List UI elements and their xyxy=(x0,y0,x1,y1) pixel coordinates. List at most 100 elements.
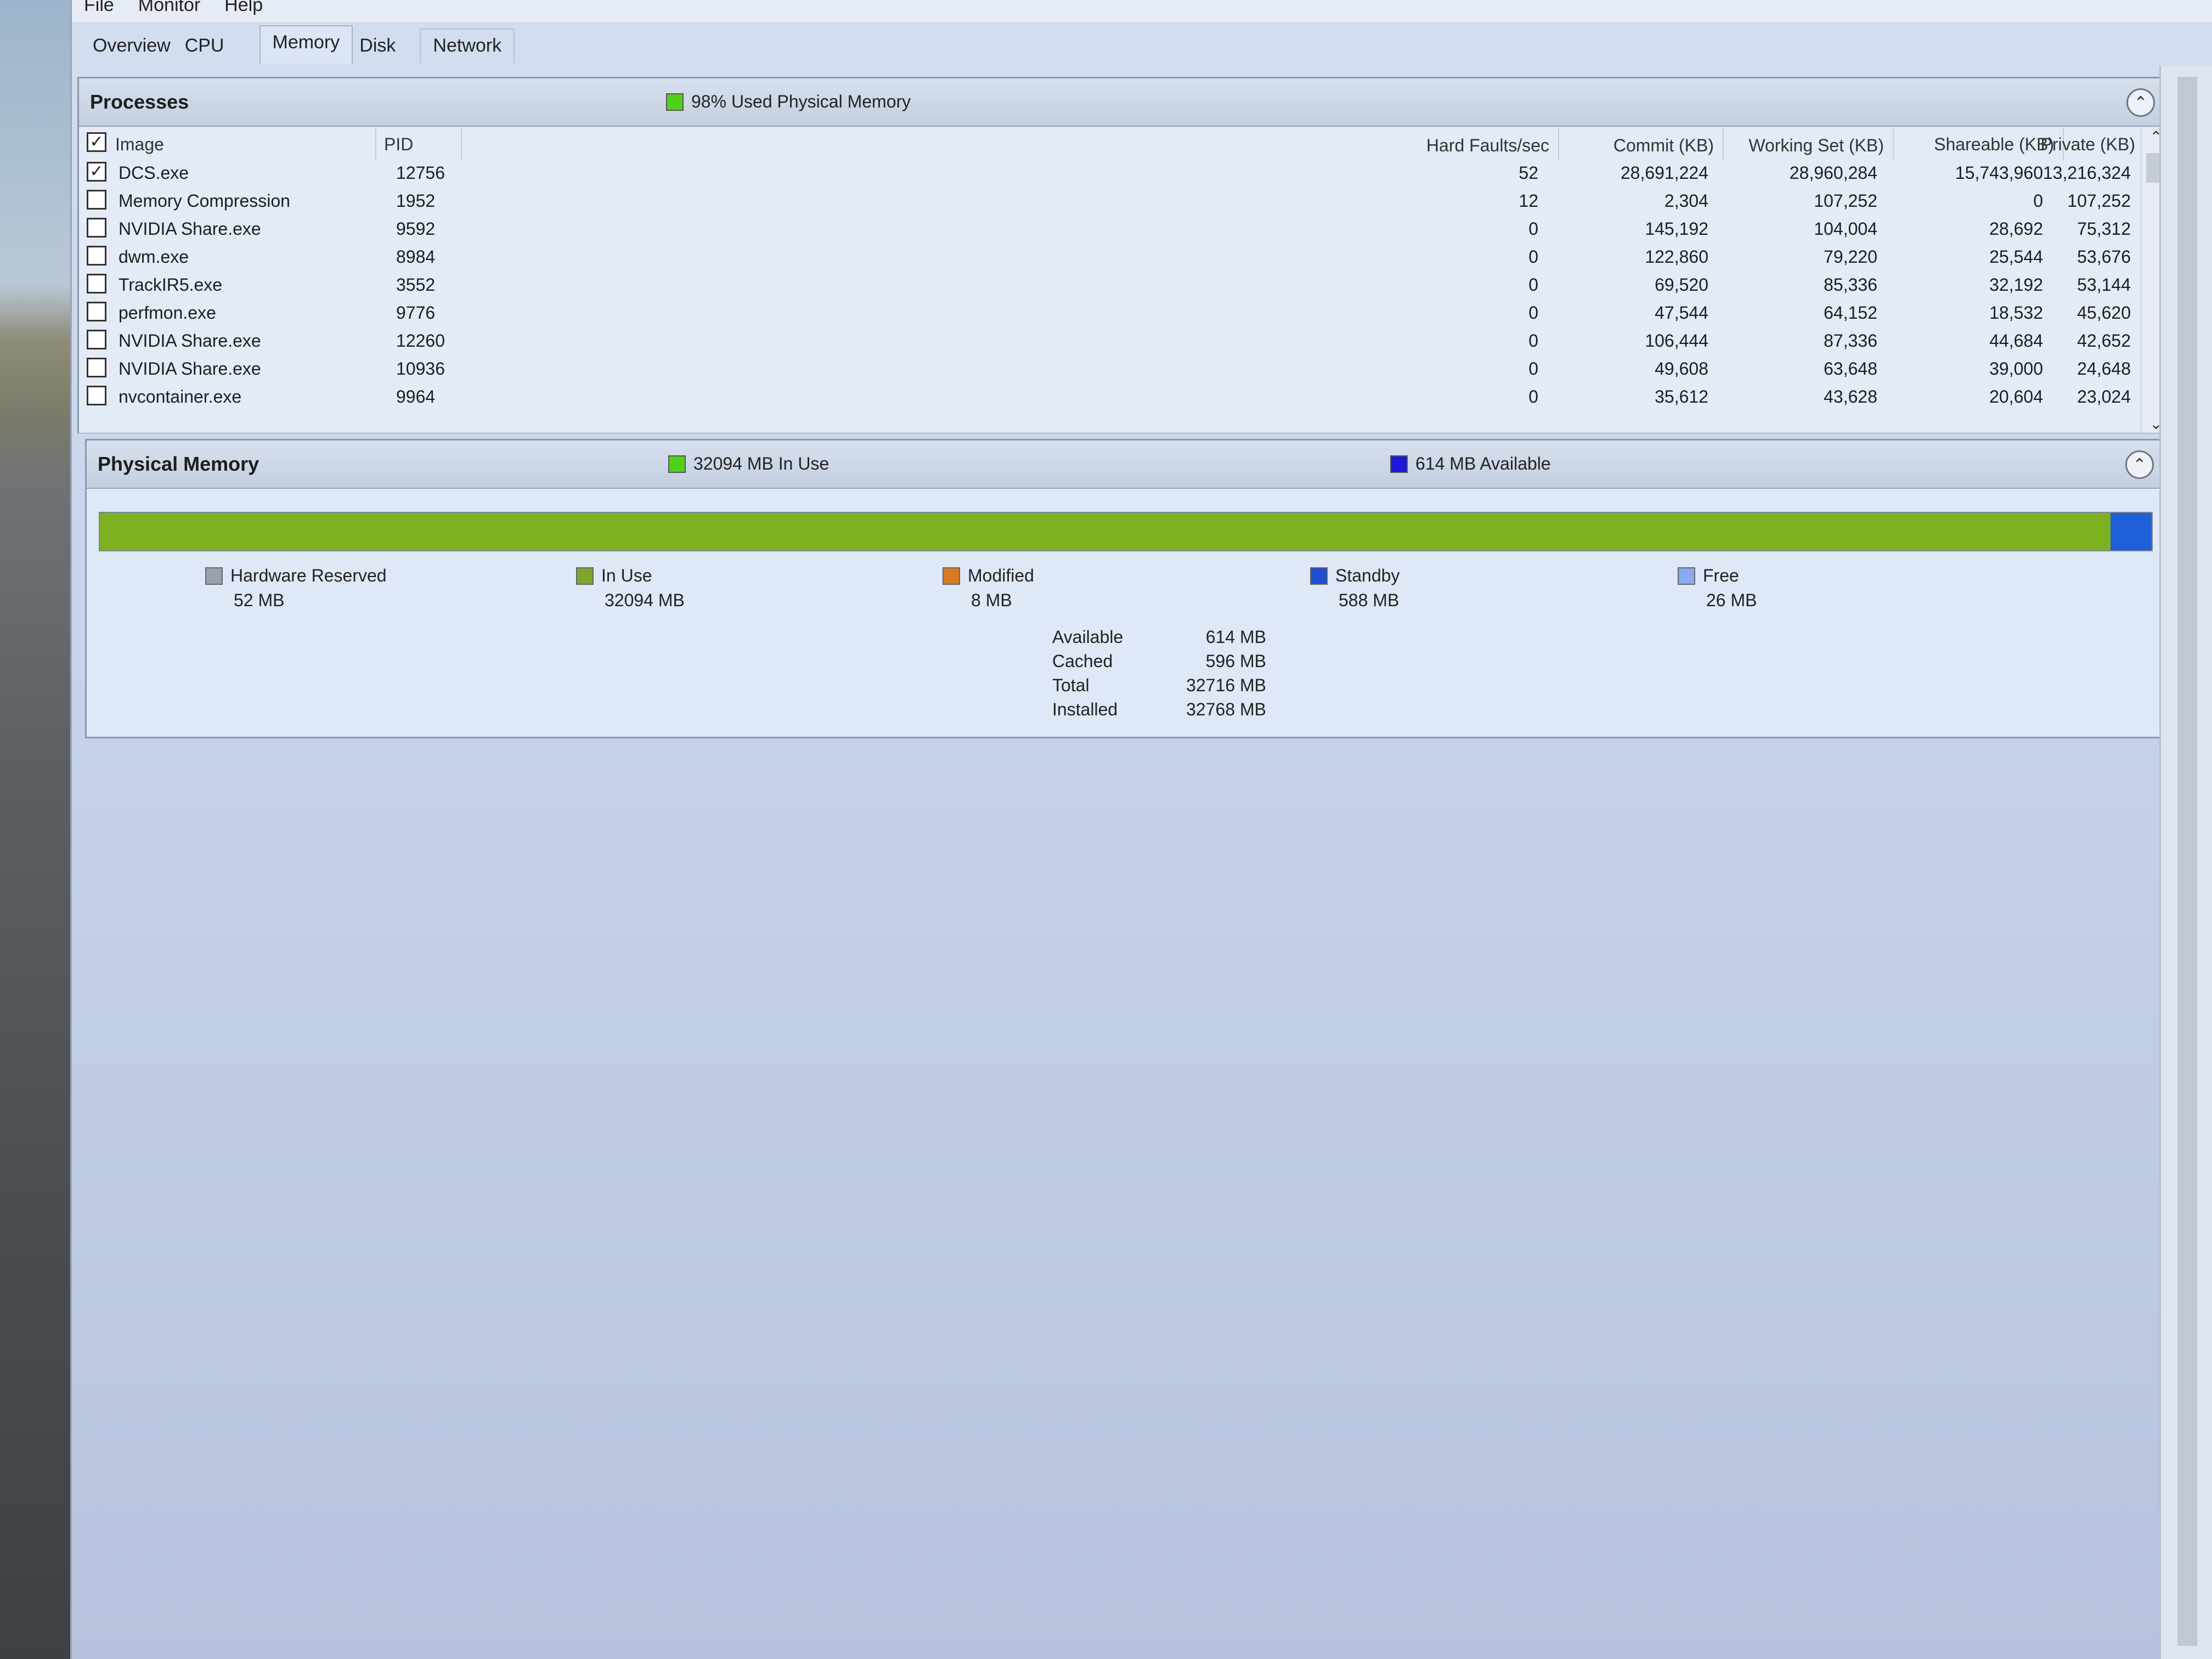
table-row[interactable]: ✓ DCS.exe 12756 52 28,691,224 28,960,284 15,74… xyxy=(79,160,2142,188)
legend-value: 52 MB xyxy=(234,590,285,610)
physical-memory-collapse-button[interactable]: ⌃ xyxy=(2125,450,2154,479)
legend-value: 588 MB xyxy=(1339,590,1400,610)
row-checkbox[interactable] xyxy=(87,274,106,294)
column-divider[interactable] xyxy=(461,128,462,161)
row-checkbox[interactable]: ✓ xyxy=(87,162,106,182)
summary-value: 32716 MB xyxy=(1186,675,1266,695)
summary-value: 32768 MB xyxy=(1186,699,1266,719)
table-row[interactable]: NVIDIA Share.exe 9592 0 145,192 104,004 28,69… xyxy=(79,216,2142,244)
menu-monitor[interactable]: Monitor xyxy=(138,0,200,16)
cell-working-set: 104,004 xyxy=(1814,219,1877,239)
summary-key: Installed xyxy=(1052,699,1118,719)
cell-commit: 47,544 xyxy=(1655,303,1708,323)
col-working-set-header[interactable]: Working Set (KB) xyxy=(1725,136,1884,156)
processes-title: Processes xyxy=(90,91,189,113)
cell-commit: 2,304 xyxy=(1664,191,1708,211)
column-divider[interactable] xyxy=(375,128,376,161)
resource-monitor-window: File Monitor Help Overview CPU Memory Di… xyxy=(70,0,2212,1659)
summary-key: Available xyxy=(1052,627,1124,647)
cell-pid: 12756 xyxy=(396,163,445,183)
cell-pid: 12260 xyxy=(396,331,445,351)
cell-pid: 1952 xyxy=(396,191,436,211)
summary-key: Total xyxy=(1052,675,1090,695)
physical-memory-header[interactable]: Physical Memory 32094 MB In Use 614 MB A… xyxy=(87,441,2168,489)
summary-value: 596 MB xyxy=(1205,651,1266,671)
processes-header[interactable]: Processes 98% Used Physical Memory ⌃ xyxy=(79,78,2169,127)
tab-bar: Overview CPU Memory Disk Network xyxy=(72,25,2212,64)
tab-memory[interactable]: Memory xyxy=(259,25,353,64)
col-pid-header[interactable]: PID xyxy=(384,134,413,155)
table-row[interactable]: perfmon.exe 9776 0 47,544 64,152 18,532 45,620 xyxy=(79,300,2142,328)
tab-network[interactable]: Network xyxy=(420,29,515,64)
col-private-header[interactable]: Private (KB) xyxy=(1966,134,2135,155)
cell-commit: 106,444 xyxy=(1645,331,1708,351)
legend-label: Standby xyxy=(1335,566,1400,585)
cell-private: 45,620 xyxy=(2077,303,2131,323)
tab-disk[interactable]: Disk xyxy=(353,29,409,64)
legend-item: Standby 588 MB xyxy=(1310,566,1400,611)
cell-hard-faults: 0 xyxy=(1528,275,1538,295)
legend-swatch-icon xyxy=(1678,567,1695,585)
table-row[interactable]: Memory Compression 1952 12 2,304 107,252 0 107… xyxy=(79,188,2142,216)
cell-hard-faults: 0 xyxy=(1528,387,1538,407)
table-row[interactable]: NVIDIA Share.exe 10936 0 49,608 63,648 39,000… xyxy=(79,356,2142,383)
processes-panel: Processes 98% Used Physical Memory ⌃ ✓ I… xyxy=(77,77,2171,433)
row-checkbox[interactable] xyxy=(87,218,106,238)
row-checkbox[interactable] xyxy=(87,302,106,321)
menu-help[interactable]: Help xyxy=(224,0,263,16)
cell-commit: 49,608 xyxy=(1655,359,1708,379)
row-checkbox[interactable] xyxy=(87,190,106,210)
legend-item: In Use 32094 MB xyxy=(576,566,685,611)
processes-collapse-button[interactable]: ⌃ xyxy=(2126,88,2155,117)
row-checkbox[interactable] xyxy=(87,358,106,377)
table-row[interactable]: nvcontainer.exe 9964 0 35,612 43,628 20,604 23… xyxy=(79,383,2142,411)
col-hard-faults-header[interactable]: Hard Faults/sec xyxy=(1319,136,1549,156)
tab-cpu[interactable]: CPU xyxy=(184,29,238,64)
cell-working-set: 28,960,284 xyxy=(1789,163,1877,183)
chevron-up-icon: ⌃ xyxy=(2132,455,2147,474)
physical-memory-panel: Physical Memory 32094 MB In Use 614 MB A… xyxy=(85,439,2170,738)
memory-bar-standby xyxy=(2111,513,2152,550)
window-scrollbar[interactable] xyxy=(2159,66,2212,1659)
legend-swatch-icon xyxy=(576,567,594,585)
table-row[interactable]: dwm.exe 8984 0 122,860 79,220 25,544 53,676 xyxy=(79,244,2142,272)
menu-file[interactable]: File xyxy=(84,0,114,16)
cell-hard-faults: 0 xyxy=(1528,303,1538,323)
cell-commit: 69,520 xyxy=(1655,275,1708,295)
cell-working-set: 87,336 xyxy=(1824,331,1877,351)
row-checkbox[interactable] xyxy=(87,246,106,266)
row-checkbox[interactable] xyxy=(87,386,106,405)
cell-private: 23,024 xyxy=(2077,387,2131,407)
legend-label: In Use xyxy=(601,566,652,585)
cell-image: perfmon.exe xyxy=(119,303,216,323)
legend-item: Modified 8 MB xyxy=(943,566,1034,611)
table-row[interactable]: NVIDIA Share.exe 12260 0 106,444 87,336 44,68… xyxy=(79,328,2142,356)
cell-private: 75,312 xyxy=(2077,219,2131,239)
cell-pid: 8984 xyxy=(396,247,436,267)
summary-row: Available 614 MB xyxy=(1052,627,1266,651)
table-row[interactable]: TrackIR5.exe 3552 0 69,520 85,336 32,192 53,14… xyxy=(79,272,2142,300)
in-use-summary-text: 32094 MB In Use xyxy=(693,454,830,473)
legend-swatch-icon xyxy=(1310,567,1328,585)
window-scroll-track[interactable] xyxy=(2177,77,2197,1646)
legend-item: Hardware Reserved 52 MB xyxy=(205,566,387,611)
column-divider[interactable] xyxy=(1723,128,1724,161)
summary-row: Installed 32768 MB xyxy=(1052,699,1266,724)
cell-commit: 122,860 xyxy=(1645,247,1708,267)
cell-working-set: 64,152 xyxy=(1824,303,1877,323)
in-use-swatch-icon xyxy=(668,455,686,473)
legend-swatch-icon xyxy=(205,567,223,585)
col-commit-header[interactable]: Commit (KB) xyxy=(1560,136,1714,156)
cell-hard-faults: 0 xyxy=(1528,219,1538,239)
column-divider[interactable] xyxy=(1893,128,1894,161)
cell-image: TrackIR5.exe xyxy=(119,275,223,295)
column-divider[interactable] xyxy=(1558,128,1559,161)
cell-private: 24,648 xyxy=(2077,359,2131,379)
cell-hard-faults: 0 xyxy=(1528,247,1538,267)
tab-overview[interactable]: Overview xyxy=(80,29,184,64)
row-checkbox[interactable] xyxy=(87,330,106,349)
available-summary: 614 MB Available xyxy=(1390,454,1551,474)
select-all-checkbox[interactable]: ✓ xyxy=(87,132,106,152)
col-image-header[interactable]: Image xyxy=(115,134,164,155)
menu-bar: File Monitor Help xyxy=(72,0,2212,23)
